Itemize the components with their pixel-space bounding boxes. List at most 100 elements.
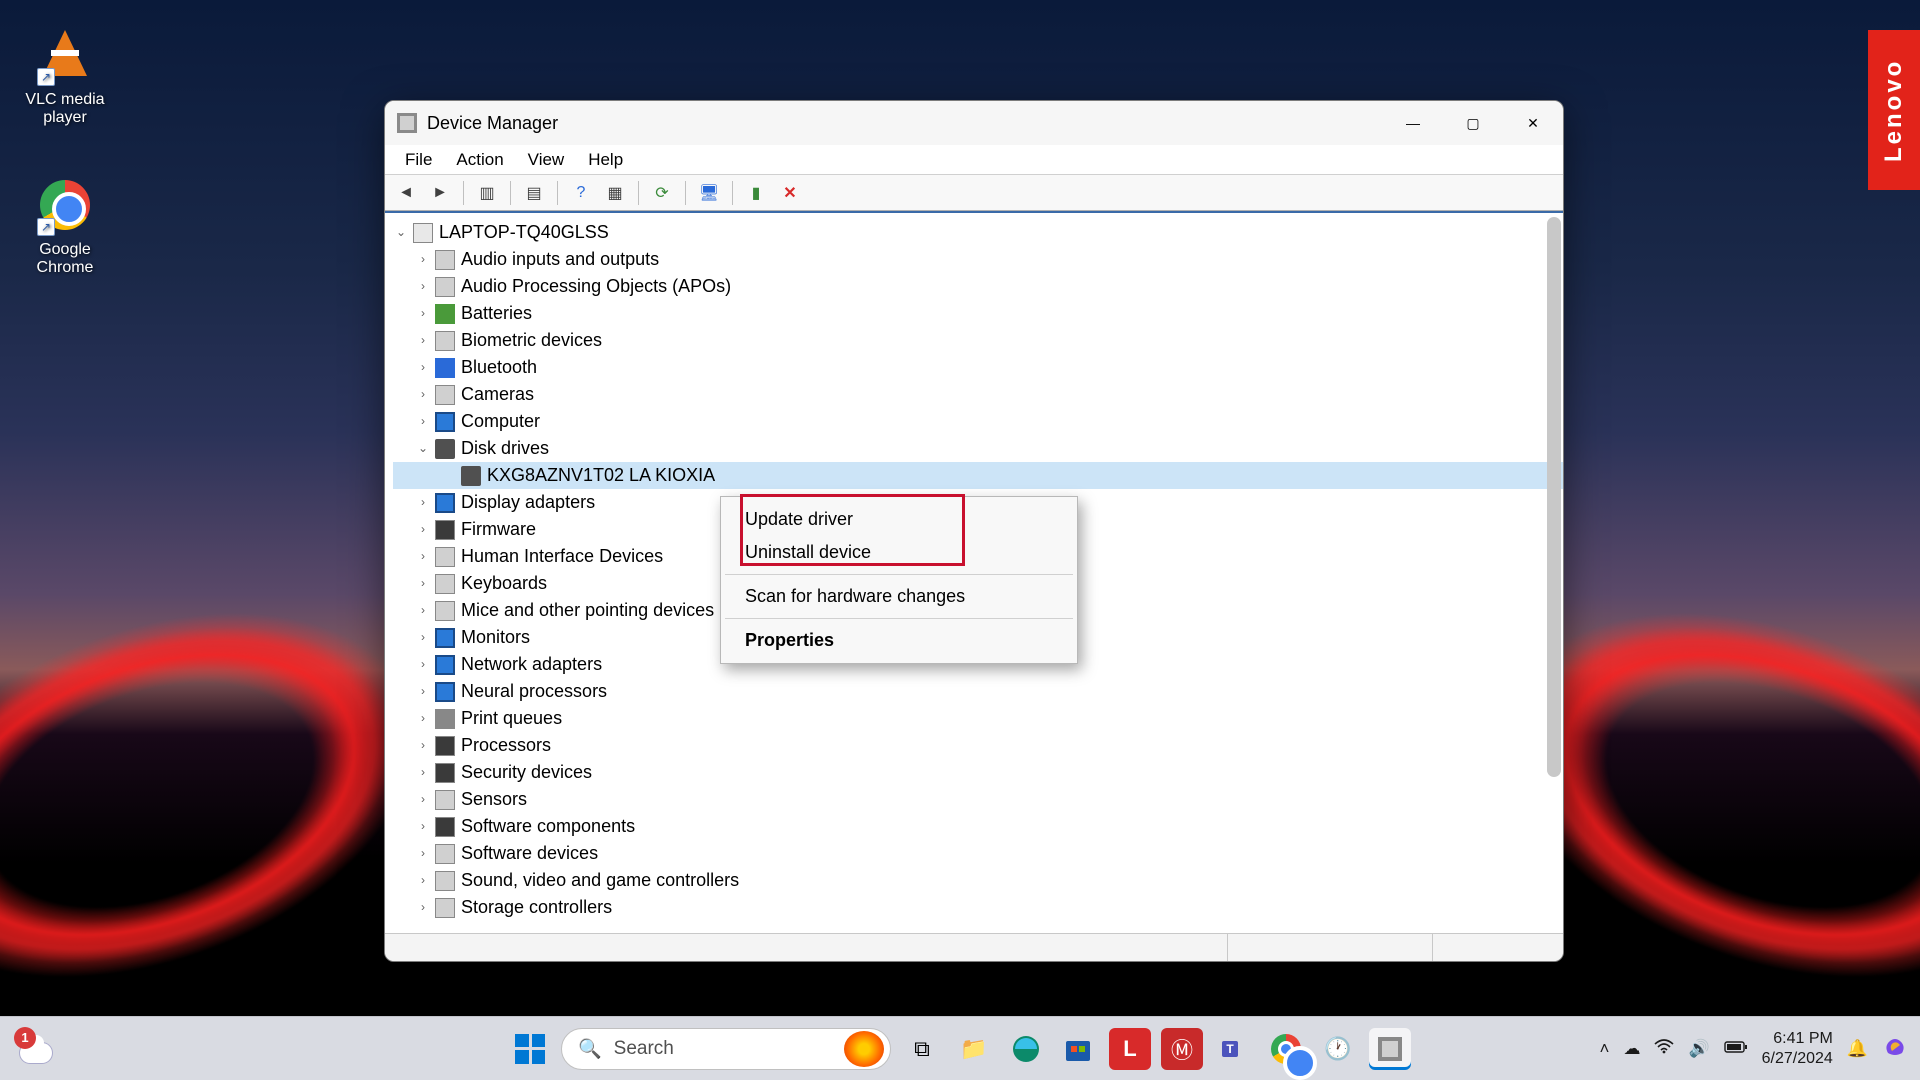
tree-category[interactable]: ›Audio Processing Objects (APOs) — [393, 273, 1563, 300]
tray-overflow-icon[interactable]: ˄ — [1600, 1039, 1610, 1059]
tree-category[interactable]: ›Software devices — [393, 840, 1563, 867]
expander-icon[interactable]: › — [415, 732, 431, 759]
close-button[interactable]: ✕ — [1503, 101, 1563, 145]
tree-category-label: Processors — [461, 732, 551, 759]
expander-icon[interactable]: › — [415, 867, 431, 894]
expander-icon[interactable]: › — [415, 597, 431, 624]
expander-icon[interactable]: › — [415, 840, 431, 867]
update-driver-button[interactable]: ⟳ — [647, 179, 677, 207]
properties-button[interactable]: ▤ — [519, 179, 549, 207]
taskbar-app-teams[interactable]: T — [1213, 1028, 1255, 1070]
tree-category[interactable]: ›Cameras — [393, 381, 1563, 408]
ctx-properties[interactable]: Properties — [721, 624, 1077, 657]
desktop-icon-label: VLC media player — [10, 91, 120, 127]
tree-category[interactable]: › Print queues — [393, 705, 1563, 732]
taskbar-app-device-manager[interactable] — [1369, 1028, 1411, 1070]
enable-device-button[interactable]: ▮ — [741, 179, 771, 207]
ctx-separator — [725, 574, 1073, 575]
tray-wifi-icon[interactable] — [1654, 1038, 1674, 1059]
taskbar-search[interactable]: 🔍 Search — [561, 1028, 891, 1070]
action-button[interactable]: ▦ — [600, 179, 630, 207]
tray-time: 6:41 PM — [1762, 1029, 1833, 1048]
expander-icon[interactable]: ⌄ — [415, 435, 431, 462]
expander-icon[interactable]: › — [415, 786, 431, 813]
task-view-button[interactable]: ⧉ — [901, 1028, 943, 1070]
tree-category[interactable]: ›Storage controllers — [393, 894, 1563, 921]
tray-volume-icon[interactable]: 🔊 — [1688, 1039, 1709, 1059]
expander-icon[interactable]: › — [415, 624, 431, 651]
expander-icon[interactable]: › — [415, 678, 431, 705]
tray-notifications-icon[interactable]: 🔔 — [1847, 1039, 1868, 1059]
tree-device-selected[interactable]: KXG8AZNV1T02 LA KIOXIA — [393, 462, 1563, 489]
taskbar-app-clock[interactable]: 🕐 — [1317, 1028, 1359, 1070]
desktop-icon-vlc[interactable]: ↗ VLC media player — [10, 30, 120, 127]
expander-icon[interactable]: › — [415, 543, 431, 570]
expander-icon[interactable]: › — [415, 570, 431, 597]
ctx-uninstall-device[interactable]: Uninstall device — [721, 536, 1077, 569]
tree-category[interactable]: ›Neural processors — [393, 678, 1563, 705]
menu-view[interactable]: View — [518, 148, 575, 172]
uninstall-device-button[interactable]: ✕ — [775, 179, 805, 207]
back-button[interactable]: ◄ — [391, 179, 421, 207]
expander-icon[interactable]: › — [415, 813, 431, 840]
expander-icon[interactable]: › — [415, 273, 431, 300]
show-hide-console-tree-button[interactable]: ▥ — [472, 179, 502, 207]
expander-icon[interactable]: › — [415, 759, 431, 786]
tray-battery-icon[interactable] — [1724, 1039, 1748, 1059]
expander-icon[interactable]: › — [415, 300, 431, 327]
tree-category[interactable]: ›Sensors — [393, 786, 1563, 813]
window-titlebar[interactable]: Device Manager ― ▢ ✕ — [385, 101, 1563, 145]
expander-icon[interactable]: ⌄ — [393, 219, 409, 246]
tree-root[interactable]: ⌄LAPTOP-TQ40GLSS — [393, 219, 1563, 246]
tree-category-label: Disk drives — [461, 435, 549, 462]
expander-icon[interactable]: › — [415, 354, 431, 381]
ctx-scan-hardware[interactable]: Scan for hardware changes — [721, 580, 1077, 613]
start-button[interactable] — [509, 1028, 551, 1070]
expander-icon[interactable]: › — [415, 705, 431, 732]
tray-clock[interactable]: 6:41 PM 6/27/2024 — [1762, 1029, 1833, 1067]
menu-action[interactable]: Action — [446, 148, 513, 172]
taskbar-app-chrome[interactable] — [1265, 1028, 1307, 1070]
minimize-button[interactable]: ― — [1383, 101, 1443, 145]
taskbar-app-edge[interactable] — [1005, 1028, 1047, 1070]
taskbar-app-lenovo[interactable]: L — [1109, 1028, 1151, 1070]
tree-category[interactable]: ›Biometric devices — [393, 327, 1563, 354]
tree-category[interactable]: ⌄ Disk drives — [393, 435, 1563, 462]
taskbar-app-microsoft-store[interactable] — [1057, 1028, 1099, 1070]
expander-icon[interactable]: › — [415, 651, 431, 678]
tree-category[interactable]: ›Computer — [393, 408, 1563, 435]
scan-hardware-button[interactable]: 🖥 — [694, 179, 724, 207]
expander-icon[interactable]: › — [415, 489, 431, 516]
expander-icon[interactable]: › — [415, 327, 431, 354]
tree-category[interactable]: › Sound, video and game controllers — [393, 867, 1563, 894]
menu-file[interactable]: File — [395, 148, 442, 172]
tree-category[interactable]: ›Batteries — [393, 300, 1563, 327]
tray-onedrive-icon[interactable]: ☁ — [1623, 1039, 1640, 1059]
tree-category[interactable]: ›Bluetooth — [393, 354, 1563, 381]
tree-category[interactable]: ›Audio inputs and outputs — [393, 246, 1563, 273]
help-button[interactable]: ? — [566, 179, 596, 207]
tree-category-label: Sound, video and game controllers — [461, 867, 739, 894]
tree-category[interactable]: ›Security devices — [393, 759, 1563, 786]
menu-help[interactable]: Help — [578, 148, 633, 172]
tree-category-label: Print queues — [461, 705, 562, 732]
tree-category[interactable]: › Processors — [393, 732, 1563, 759]
category-icon — [435, 628, 455, 648]
forward-button[interactable]: ► — [425, 179, 455, 207]
expander-icon[interactable]: › — [415, 894, 431, 921]
taskbar-app-mcafee[interactable]: Ⓜ — [1161, 1028, 1203, 1070]
tray-copilot-icon[interactable] — [1882, 1033, 1908, 1064]
expander-icon[interactable]: › — [415, 246, 431, 273]
ctx-update-driver[interactable]: Update driver — [721, 503, 1077, 536]
taskbar-app-file-explorer[interactable]: 📁 — [953, 1028, 995, 1070]
expander-icon[interactable]: › — [415, 408, 431, 435]
maximize-button[interactable]: ▢ — [1443, 101, 1503, 145]
expander-icon[interactable]: › — [415, 516, 431, 543]
taskbar-weather-widget[interactable]: 1 — [16, 1029, 56, 1069]
desktop-icon-chrome[interactable]: ↗ Google Chrome — [10, 180, 120, 277]
lenovo-brand-tab[interactable]: Lenovo — [1868, 30, 1920, 190]
vertical-scrollbar[interactable] — [1547, 217, 1561, 777]
computer-icon — [413, 223, 433, 243]
tree-category[interactable]: ›Software components — [393, 813, 1563, 840]
expander-icon[interactable]: › — [415, 381, 431, 408]
